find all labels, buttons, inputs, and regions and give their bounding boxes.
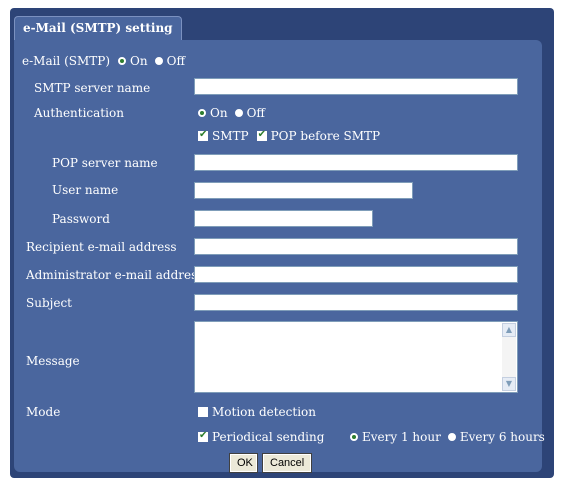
periodical-sending-row: Periodical sending — [198, 430, 324, 444]
subject-label: Subject — [26, 296, 72, 310]
smtp-off-radio[interactable] — [154, 57, 163, 65]
user-name-label: User name — [52, 183, 119, 197]
auth-methods-row: SMTP POP before SMTP — [198, 129, 380, 143]
auth-off-radio[interactable] — [234, 109, 243, 117]
authentication-label: Authentication — [34, 106, 124, 120]
pop-before-smtp-label: POP before SMTP — [270, 129, 381, 143]
motion-detection-label: Motion detection — [212, 405, 316, 419]
pop-server-label: POP server name — [52, 156, 158, 170]
smtp-off-label: Off — [166, 54, 185, 68]
password-input[interactable] — [194, 210, 373, 227]
smtp-auth-label: SMTP — [212, 129, 249, 143]
every-1-hour-label: Every 1 hour — [362, 430, 441, 444]
tab-email-smtp-setting[interactable]: e-Mail (SMTP) setting — [14, 16, 182, 41]
interval-options: Every 1 hour Every 6 hours — [350, 430, 545, 444]
periodical-sending-checkbox[interactable] — [198, 430, 208, 442]
smtp-server-input[interactable] — [194, 78, 518, 95]
auth-on-label: On — [210, 106, 228, 120]
pop-before-smtp-checkbox[interactable] — [256, 129, 267, 141]
ok-button[interactable]: OK — [229, 453, 258, 473]
scroll-down-icon[interactable]: ▼ — [502, 377, 516, 391]
subject-input[interactable] — [194, 294, 518, 311]
every-6-hours-radio[interactable] — [447, 433, 456, 441]
message-scrollbar[interactable]: ▲ ▼ — [502, 323, 516, 391]
authentication-options: On Off — [198, 106, 265, 120]
pop-server-input[interactable] — [194, 154, 518, 171]
periodical-sending-label: Periodical sending — [212, 430, 325, 444]
scroll-up-icon[interactable]: ▲ — [502, 323, 516, 337]
administrator-input[interactable] — [194, 266, 518, 283]
recipient-input[interactable] — [194, 238, 518, 255]
password-label: Password — [52, 212, 110, 226]
mode-label: Mode — [26, 405, 61, 419]
user-name-input[interactable] — [194, 182, 413, 199]
smtp-toggle-label: e-Mail (SMTP) — [22, 54, 111, 68]
smtp-on-label: On — [130, 54, 148, 68]
message-textarea[interactable]: ▲ ▼ — [194, 321, 518, 393]
message-label: Message — [26, 354, 80, 368]
cancel-button[interactable]: Cancel — [262, 453, 312, 473]
motion-detection-checkbox[interactable] — [198, 407, 208, 417]
smtp-toggle-row: e-Mail (SMTP) On Off — [22, 54, 185, 68]
smtp-auth-checkbox[interactable] — [198, 129, 208, 141]
smtp-on-radio[interactable] — [118, 57, 127, 65]
recipient-label: Recipient e-mail address — [26, 240, 177, 254]
administrator-label: Administrator e-mail address — [26, 268, 204, 282]
motion-detection-row: Motion detection — [198, 405, 316, 419]
auth-on-radio[interactable] — [198, 109, 206, 117]
settings-panel: e-Mail (SMTP) On Off SMTP server name Au… — [14, 40, 545, 473]
smtp-server-label: SMTP server name — [34, 81, 151, 95]
every-1-hour-radio[interactable] — [350, 433, 358, 441]
every-6-hours-label: Every 6 hours — [459, 430, 545, 444]
auth-off-label: Off — [246, 106, 265, 120]
